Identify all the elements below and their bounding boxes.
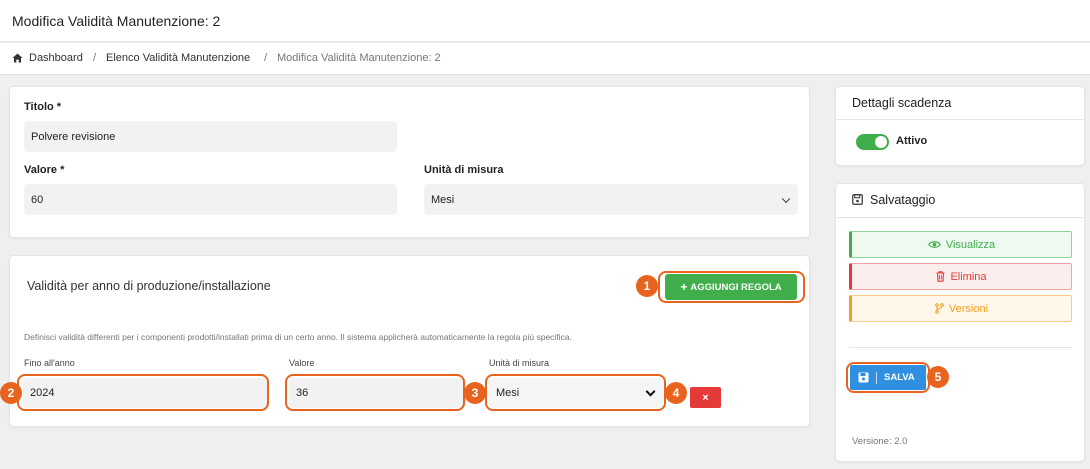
unita-value: Mesi xyxy=(431,193,455,206)
callout-highlight-save xyxy=(846,362,930,393)
close-icon: × xyxy=(702,391,709,404)
callout-badge-5: 5 xyxy=(927,366,949,388)
toggle-knob xyxy=(875,136,887,148)
callout-highlight-add-rule xyxy=(658,271,805,303)
page-header: Modifica Validità Manutenzione: 2 xyxy=(0,0,1090,42)
breadcrumb-separator: / xyxy=(264,52,268,64)
breadcrumb-elenco[interactable]: Elenco Validità Manutenzione xyxy=(106,52,250,64)
unita-label: Unità di misura xyxy=(424,164,504,176)
floppy-disk-icon xyxy=(852,194,863,205)
page-title: Modifica Validità Manutenzione: 2 xyxy=(12,13,221,29)
trash-icon xyxy=(936,271,945,282)
salvataggio-card: Salvataggio Visualizza Elimina Versioni xyxy=(835,183,1085,462)
valore-input[interactable]: 60 xyxy=(24,184,397,215)
callout-highlight-fino-anno xyxy=(17,374,269,411)
dettagli-title: Dettagli scadenza xyxy=(852,96,952,110)
breadcrumb-dashboard[interactable]: Dashboard xyxy=(29,52,83,64)
titolo-input[interactable]: Polvere revisione xyxy=(24,121,397,152)
breadcrumb-current: Modifica Validità Manutenzione: 2 xyxy=(277,52,441,64)
callout-badge-1: 1 xyxy=(636,275,658,297)
rules-hint: Definisci validità differenti per i comp… xyxy=(24,332,572,342)
unita-select[interactable]: Mesi xyxy=(424,184,798,215)
version-text: Versione: 2.0 xyxy=(852,436,908,447)
titolo-value: Polvere revisione xyxy=(31,130,116,143)
dettagli-card: Dettagli scadenza Attivo xyxy=(835,86,1085,166)
callout-badge-4: 4 xyxy=(665,382,687,404)
titolo-label: Titolo * xyxy=(24,101,62,113)
rule-unita-label: Unità di misura xyxy=(489,358,550,368)
callout-highlight-valore xyxy=(285,374,465,411)
elimina-button[interactable]: Elimina xyxy=(849,263,1072,290)
visualizza-label: Visualizza xyxy=(945,238,996,251)
attivo-label: Attivo xyxy=(896,135,928,147)
valore-value: 60 xyxy=(31,193,44,206)
visualizza-button[interactable]: Visualizza xyxy=(849,231,1072,258)
versioni-button[interactable]: Versioni xyxy=(849,295,1072,322)
callout-badge-3: 3 xyxy=(464,382,486,404)
rule-valore-label: Valore xyxy=(289,358,315,368)
rules-title: Validità per anno di produzione/installa… xyxy=(27,279,271,293)
eye-icon xyxy=(927,241,941,248)
divider xyxy=(849,347,1072,348)
main-form-card: Titolo * Polvere revisione Valore * 60 U… xyxy=(9,86,810,238)
salvataggio-title: Salvataggio xyxy=(870,193,936,207)
home-icon[interactable] xyxy=(12,53,23,63)
fino-anno-label: Fino all'anno xyxy=(24,358,75,368)
delete-rule-button[interactable]: × xyxy=(690,387,721,408)
versioni-label: Versioni xyxy=(948,302,989,315)
divider xyxy=(836,119,1084,120)
callout-highlight-unita xyxy=(485,374,666,411)
attivo-toggle[interactable] xyxy=(856,134,889,150)
breadcrumb-separator: / xyxy=(93,52,97,64)
chevron-down-icon xyxy=(781,194,791,203)
callout-badge-2: 2 xyxy=(0,382,22,404)
valore-label: Valore * xyxy=(24,164,65,176)
divider xyxy=(836,217,1084,218)
code-branch-icon xyxy=(935,303,944,314)
elimina-label: Elimina xyxy=(950,270,987,283)
breadcrumb: Dashboard / Elenco Validità Manutenzione… xyxy=(0,43,1090,75)
